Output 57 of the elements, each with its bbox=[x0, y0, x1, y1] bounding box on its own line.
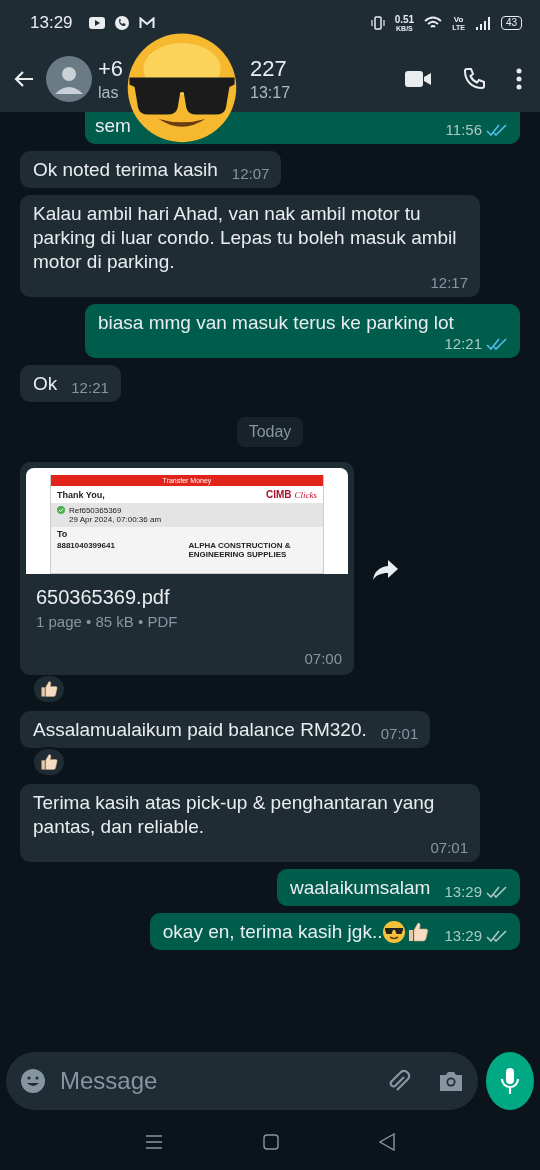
vibrate-icon bbox=[370, 16, 385, 30]
phone-circle-icon bbox=[114, 16, 129, 30]
message-time: 12:17 bbox=[430, 274, 468, 291]
emoji-icon[interactable] bbox=[20, 1068, 46, 1094]
document-text: To bbox=[56, 528, 69, 540]
document-text: Ref650365369 bbox=[69, 506, 123, 515]
message-time: 13:29 bbox=[444, 927, 482, 944]
contact-name[interactable]: 227 bbox=[250, 56, 287, 82]
message-time: 13:29 bbox=[444, 883, 482, 900]
check-circle-icon bbox=[57, 506, 65, 514]
recent-apps-icon[interactable] bbox=[145, 1134, 163, 1150]
message-time: 12:21 bbox=[444, 335, 482, 352]
avatar-icon[interactable] bbox=[46, 56, 92, 102]
microphone-button[interactable] bbox=[486, 1052, 534, 1110]
signal-icon bbox=[474, 16, 491, 30]
video-play-icon bbox=[88, 17, 105, 29]
reaction-badge[interactable] bbox=[32, 747, 66, 777]
message-text: Kalau ambil hari Ahad, van nak ambil motor tu parking di luar condo. Lepas tu boleh masuk ambil motor di parking. bbox=[33, 202, 458, 274]
message-text: Terima kasih atas pick-up & penghantaran yang pantas, dan reliable. bbox=[33, 791, 436, 839]
message-time: 07:01 bbox=[430, 839, 468, 856]
message-field[interactable]: Message bbox=[6, 1052, 478, 1110]
message-text: biasa mmg van masuk terus ke parking lot bbox=[98, 311, 454, 335]
document-text: ALPHA CONSTRUCTION & ENGINEERING SUPPLIES bbox=[188, 541, 292, 559]
message-text: waalaikumsalam bbox=[290, 876, 431, 900]
mail-icon bbox=[138, 17, 155, 29]
clock-time: 13:29 bbox=[30, 13, 73, 33]
reaction-badge[interactable] bbox=[32, 674, 66, 704]
home-icon[interactable] bbox=[263, 1134, 279, 1150]
date-chip: Today bbox=[236, 417, 304, 447]
message-time: 11:56 bbox=[445, 121, 482, 138]
message-text: okay en, terima kasih jgk.. bbox=[162, 920, 431, 944]
camera-icon[interactable] bbox=[438, 1070, 464, 1092]
message-text: sem bbox=[95, 114, 131, 138]
document-text: 29 Apr 2024, 07:00:36 am bbox=[69, 515, 162, 524]
more-vertical-icon[interactable] bbox=[516, 68, 522, 90]
message-text: Assalamualaikum paid balance RM320. bbox=[33, 718, 367, 742]
battery-indicator: 43 bbox=[500, 16, 522, 30]
network-label: Vo bbox=[453, 15, 464, 24]
network-speed: 0.51 bbox=[394, 14, 415, 25]
message-text: Ok bbox=[33, 372, 58, 396]
last-seen-text: las bbox=[98, 84, 119, 102]
wifi-icon bbox=[424, 16, 443, 30]
document-text: 8881040399641 bbox=[57, 541, 116, 552]
message-text: Ok noted terima kasih bbox=[33, 158, 218, 182]
bank-logo: CIMB Clicks bbox=[265, 489, 317, 500]
contact-name[interactable]: +6 bbox=[98, 56, 124, 82]
forward-icon[interactable] bbox=[372, 558, 400, 582]
message-input[interactable]: Message bbox=[58, 1066, 372, 1096]
message-time: 12:21 bbox=[71, 379, 109, 396]
message-time: 12:07 bbox=[231, 165, 270, 182]
message-time: 07:01 bbox=[380, 725, 419, 742]
message-time: 07:00 bbox=[303, 649, 343, 669]
file-name: 650365369.pdf bbox=[35, 585, 171, 610]
last-seen-time: 13:17 bbox=[250, 84, 291, 102]
document-text: Thank You, bbox=[57, 489, 105, 500]
file-details: 1 page • 85 kB • PDF bbox=[35, 612, 179, 632]
back-nav-icon[interactable] bbox=[379, 1133, 395, 1151]
